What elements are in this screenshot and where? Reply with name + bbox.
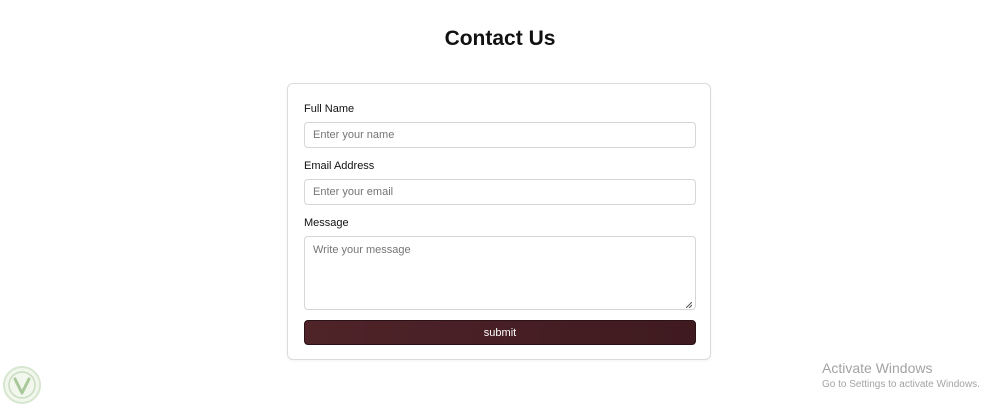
activate-windows-title: Activate Windows xyxy=(822,360,933,376)
full-name-input[interactable] xyxy=(304,122,696,148)
submit-button[interactable]: submit xyxy=(304,320,696,345)
activate-windows-hint: Go to Settings to activate Windows. xyxy=(822,379,980,390)
resize-grip-icon[interactable] xyxy=(686,302,692,308)
email-input[interactable] xyxy=(304,179,696,205)
message-label: Message xyxy=(304,217,349,229)
page-title: Contact Us xyxy=(444,27,556,50)
activate-windows-notice: Activate Windows Go to Settings to activ… xyxy=(822,360,980,392)
message-textarea[interactable] xyxy=(304,236,696,310)
email-label: Email Address xyxy=(304,160,375,172)
leaf-logo-icon xyxy=(3,366,41,404)
full-name-label: Full Name xyxy=(304,103,355,115)
contact-page: Contact Us Full Name Email Address Messa… xyxy=(0,0,1000,405)
contact-form: Full Name Email Address Message submit xyxy=(287,83,711,360)
message-wrapper xyxy=(288,236,710,310)
